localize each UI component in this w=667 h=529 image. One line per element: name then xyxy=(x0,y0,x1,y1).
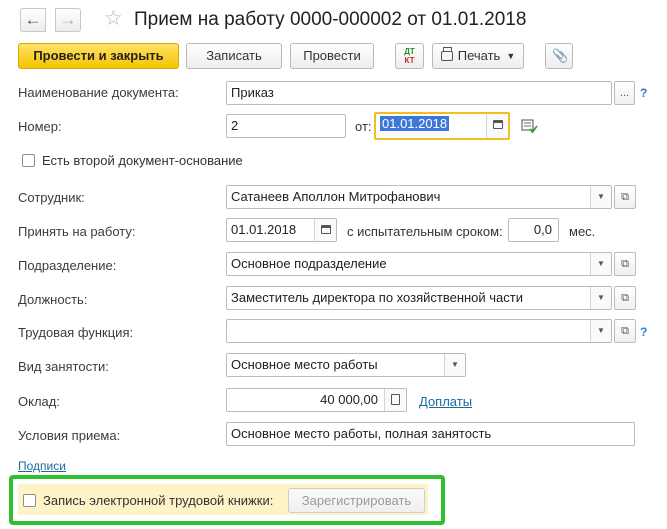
window-title: Прием на работу 0000-000002 от 01.01.201… xyxy=(134,9,527,30)
labor-function-input[interactable]: ▼ xyxy=(226,319,612,343)
dt-kt-icon-bottom: КТ xyxy=(404,56,415,65)
hire-date-label: Принять на работу: xyxy=(18,224,136,239)
position-open-button[interactable]: ⧉ xyxy=(614,286,636,310)
employment-type-value: Основное место работы xyxy=(231,357,378,372)
open-icon: ⧉ xyxy=(621,258,629,270)
back-button[interactable]: ← xyxy=(20,8,46,32)
employee-label: Сотрудник: xyxy=(18,190,85,205)
chevron-down-icon[interactable]: ▼ xyxy=(590,186,611,208)
chevron-down-icon[interactable]: ▼ xyxy=(590,253,611,275)
conditions-input[interactable]: Основное место работы, полная занятость xyxy=(226,422,635,446)
help-icon[interactable]: ? xyxy=(640,86,647,100)
chevron-down-icon[interactable]: ▼ xyxy=(590,287,611,309)
employee-value: Сатанеев Аполлон Митрофанович xyxy=(231,189,441,204)
employment-type-select[interactable]: Основное место работы ▼ xyxy=(226,353,466,377)
date-label: от: xyxy=(355,119,372,134)
employment-type-label: Вид занятости: xyxy=(18,359,109,374)
department-label: Подразделение: xyxy=(18,258,117,273)
doc-name-select-button[interactable]: ... xyxy=(614,81,635,105)
doc-name-label: Наименование документа: xyxy=(18,85,179,100)
paperclip-icon: 📎 xyxy=(552,48,569,63)
number-input[interactable]: 2 xyxy=(226,114,346,138)
position-value: Заместитель директора по хозяйственной ч… xyxy=(231,290,523,305)
hire-date-value: 01.01.2018 xyxy=(231,222,297,237)
post-button[interactable]: Провести xyxy=(290,43,374,69)
salary-label: Оклад: xyxy=(18,394,60,409)
employee-open-button[interactable]: ⧉ xyxy=(614,185,636,209)
chevron-down-icon[interactable]: ▼ xyxy=(590,320,611,342)
allowances-link[interactable]: Доплаты xyxy=(419,394,472,409)
hire-date-input[interactable]: 01.01.2018 xyxy=(226,218,337,242)
register-button[interactable]: Зарегистрировать xyxy=(288,488,425,513)
print-button[interactable]: Печать ▼ xyxy=(432,43,524,69)
signatures-link[interactable]: Подписи xyxy=(18,459,66,473)
electronic-book-checkbox[interactable] xyxy=(23,494,36,507)
document-list-icon[interactable] xyxy=(520,118,538,134)
second-document-checkbox[interactable] xyxy=(22,154,35,167)
favorite-star-icon[interactable]: ☆ xyxy=(104,7,123,31)
calculator-icon[interactable] xyxy=(384,389,406,411)
department-input[interactable]: Основное подразделение ▼ xyxy=(226,252,612,276)
electronic-book-label: Запись электронной трудовой книжки: xyxy=(43,493,274,508)
chevron-down-icon[interactable]: ▼ xyxy=(444,354,465,376)
electronic-book-checkbox-row[interactable]: Запись электронной трудовой книжки: xyxy=(23,493,273,508)
salary-input[interactable]: 40 000,00 xyxy=(226,388,407,412)
department-value: Основное подразделение xyxy=(231,256,387,271)
attach-button[interactable]: 📎 xyxy=(545,43,573,69)
second-document-checkbox-row[interactable]: Есть второй документ-основание xyxy=(22,153,243,168)
calendar-icon[interactable] xyxy=(314,219,336,241)
document-date-value: 01.01.2018 xyxy=(380,116,450,131)
dt-kt-icon-top: ДТ xyxy=(404,47,415,56)
employee-input[interactable]: Сатанеев Аполлон Митрофанович ▼ xyxy=(226,185,612,209)
labor-function-open-button[interactable]: ⧉ xyxy=(614,319,636,343)
printer-icon xyxy=(440,47,453,61)
conditions-label: Условия приема: xyxy=(18,428,121,443)
salary-value: 40 000,00 xyxy=(320,392,378,407)
dt-kt-button[interactable]: ДТ КТ xyxy=(395,43,424,69)
post-and-close-button[interactable]: Провести и закрыть xyxy=(18,43,179,69)
position-label: Должность: xyxy=(18,292,88,307)
calendar-icon[interactable] xyxy=(486,114,508,138)
open-icon: ⧉ xyxy=(621,191,629,203)
number-label: Номер: xyxy=(18,119,62,134)
department-open-button[interactable]: ⧉ xyxy=(614,252,636,276)
doc-name-input[interactable]: Приказ xyxy=(226,81,612,105)
probation-input[interactable]: 0,0 xyxy=(508,218,559,242)
forward-button[interactable]: → xyxy=(55,8,81,32)
probation-unit: мес. xyxy=(569,224,596,239)
probation-label: с испытательным сроком: xyxy=(347,224,503,239)
labor-function-label: Трудовая функция: xyxy=(18,325,134,340)
open-icon: ⧉ xyxy=(621,292,629,304)
second-document-label: Есть второй документ-основание xyxy=(42,153,243,168)
save-button[interactable]: Записать xyxy=(186,43,282,69)
open-icon: ⧉ xyxy=(621,325,629,337)
chevron-down-icon: ▼ xyxy=(506,51,516,61)
document-date-input[interactable]: 01.01.2018 xyxy=(374,112,510,140)
help-icon[interactable]: ? xyxy=(640,325,647,339)
position-input[interactable]: Заместитель директора по хозяйственной ч… xyxy=(226,286,612,310)
print-label: Печать xyxy=(457,48,501,63)
